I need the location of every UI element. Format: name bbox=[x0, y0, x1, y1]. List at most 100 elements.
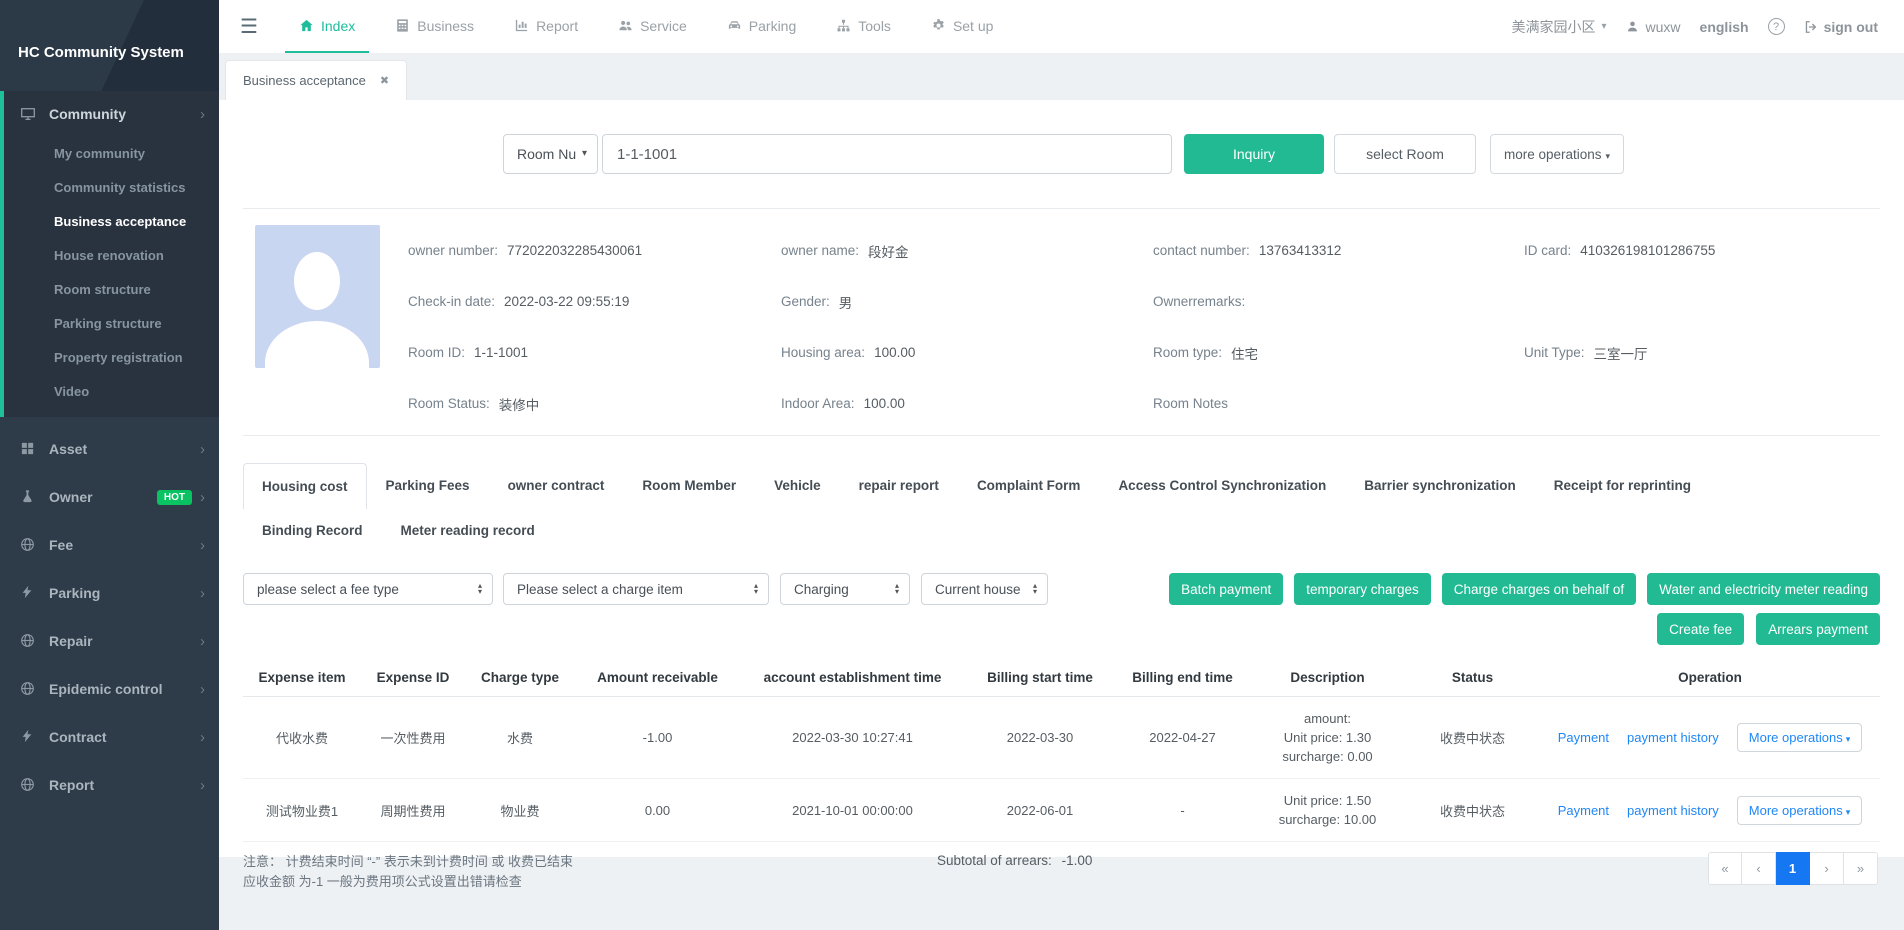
chevron-right-icon: › bbox=[200, 633, 205, 650]
caret-updown-icon: ▴▾ bbox=[1033, 583, 1037, 595]
calculator-icon bbox=[395, 18, 410, 33]
sidebar-item-business-acceptance[interactable]: Business acceptance bbox=[4, 205, 219, 239]
user-menu[interactable]: wuxw bbox=[1626, 19, 1681, 35]
globe-icon bbox=[20, 633, 36, 649]
field-label: Room Status: bbox=[408, 396, 490, 411]
payment-history-link[interactable]: payment history bbox=[1627, 803, 1719, 818]
tab-barrier-sync[interactable]: Barrier synchronization bbox=[1345, 463, 1535, 509]
fee-type-select[interactable]: please select a fee type ▴▾ bbox=[243, 573, 493, 605]
table-row: 测试物业费1 周期性费用 物业费 0.00 2021-10-01 00:00:0… bbox=[243, 779, 1880, 842]
help-icon[interactable]: ? bbox=[1768, 18, 1785, 35]
chevron-right-icon: › bbox=[200, 729, 205, 746]
search-type-select[interactable]: Room Numb ▾ bbox=[503, 134, 598, 174]
chevron-right-icon: › bbox=[200, 777, 205, 794]
sidebar-item-fee[interactable]: Fee › bbox=[0, 521, 219, 569]
tab-complaint-form[interactable]: Complaint Form bbox=[958, 463, 1100, 509]
fee-table: Expense item Expense ID Charge type Amou… bbox=[243, 661, 1880, 842]
select-room-button[interactable]: select Room bbox=[1334, 134, 1476, 174]
sign-out-button[interactable]: sign out bbox=[1804, 19, 1878, 35]
row-more-operations-dropdown[interactable]: More operations▾ bbox=[1737, 723, 1862, 752]
tab-room-member[interactable]: Room Member bbox=[623, 463, 755, 509]
sidebar-item-asset[interactable]: Asset › bbox=[0, 425, 219, 473]
charging-select[interactable]: Charging ▴▾ bbox=[780, 573, 910, 605]
sidebar-item-house-renovation[interactable]: House renovation bbox=[4, 239, 219, 273]
owner-column-4: ID card:410326198101286755 Unit Type:三室一… bbox=[1524, 225, 1880, 429]
pagination-last-button[interactable]: » bbox=[1844, 852, 1878, 885]
tab-parking-fees[interactable]: Parking Fees bbox=[367, 463, 489, 509]
community-name: 美满家园小区 bbox=[1512, 17, 1596, 37]
temporary-charges-button[interactable]: temporary charges bbox=[1294, 573, 1431, 605]
cell-established: 2022-03-30 10:27:41 bbox=[740, 697, 965, 779]
row-more-operations-dropdown[interactable]: More operations▾ bbox=[1737, 796, 1862, 825]
tab-business-acceptance[interactable]: Business acceptance ✖ bbox=[225, 60, 407, 100]
payment-link[interactable]: Payment bbox=[1558, 730, 1609, 745]
fee-actions-row-1: Batch payment temporary charges Charge c… bbox=[1169, 573, 1880, 605]
sidebar-item-contract[interactable]: Contract › bbox=[0, 713, 219, 761]
nav-item-setup[interactable]: Set up bbox=[917, 0, 1007, 53]
meter-reading-button[interactable]: Water and electricity meter reading bbox=[1647, 573, 1880, 605]
sidebar-item-parking-structure[interactable]: Parking structure bbox=[4, 307, 219, 341]
pagination-page-1[interactable]: 1 bbox=[1776, 852, 1810, 885]
tab-repair-report[interactable]: repair report bbox=[840, 463, 958, 509]
close-icon[interactable]: ✖ bbox=[380, 74, 389, 87]
tab-meter-reading-record[interactable]: Meter reading record bbox=[382, 511, 554, 551]
gear-icon bbox=[931, 18, 946, 33]
nav-item-parking[interactable]: Parking bbox=[713, 0, 810, 53]
create-fee-button[interactable]: Create fee bbox=[1657, 613, 1744, 645]
nav-item-tools[interactable]: Tools bbox=[822, 0, 905, 53]
nav-item-index[interactable]: Index bbox=[285, 0, 369, 53]
sidebar-item-room-structure[interactable]: Room structure bbox=[4, 273, 219, 307]
room-number-input[interactable] bbox=[602, 134, 1172, 174]
tab-label: Business acceptance bbox=[243, 73, 366, 88]
sidebar-item-report[interactable]: Report › bbox=[0, 761, 219, 809]
nav-item-service[interactable]: Service bbox=[604, 0, 701, 53]
tab-housing-cost[interactable]: Housing cost bbox=[243, 463, 367, 509]
tab-owner-contract[interactable]: owner contract bbox=[489, 463, 624, 509]
cell-charge-type: 物业费 bbox=[465, 779, 575, 842]
sign-out-label: sign out bbox=[1824, 19, 1878, 35]
menu-toggle-icon[interactable]: ☰ bbox=[219, 0, 279, 53]
payment-link[interactable]: Payment bbox=[1558, 803, 1609, 818]
sidebar-item-my-community[interactable]: My community bbox=[4, 137, 219, 171]
sidebar-item-owner[interactable]: Owner HOT › bbox=[0, 473, 219, 521]
table-row: 代收水费 一次性费用 水费 -1.00 2022-03-30 10:27:41 … bbox=[243, 697, 1880, 779]
col-charge-type: Charge type bbox=[465, 661, 575, 697]
sidebar-item-property-registration[interactable]: Property registration bbox=[4, 341, 219, 375]
pagination-next-button[interactable]: › bbox=[1810, 852, 1844, 885]
arrears-subtotal-value: -1.00 bbox=[1062, 853, 1093, 868]
more-operations-dropdown[interactable]: more operations▾ bbox=[1490, 134, 1624, 174]
payment-history-link[interactable]: payment history bbox=[1627, 730, 1719, 745]
nav-item-label: Index bbox=[321, 18, 355, 34]
tab-binding-record[interactable]: Binding Record bbox=[243, 511, 382, 551]
community-selector[interactable]: 美满家园小区 ▾ bbox=[1512, 17, 1607, 37]
caret-down-icon: ▾ bbox=[1846, 734, 1851, 744]
cell-operation: Payment payment history More operations▾ bbox=[1540, 779, 1880, 842]
inquiry-button[interactable]: Inquiry bbox=[1184, 134, 1324, 174]
batch-payment-button[interactable]: Batch payment bbox=[1169, 573, 1283, 605]
nav-item-label: Service bbox=[640, 18, 687, 34]
sidebar-item-epidemic-control[interactable]: Epidemic control › bbox=[0, 665, 219, 713]
field-label: Housing area: bbox=[781, 345, 865, 360]
pagination-prev-button[interactable]: ‹ bbox=[1742, 852, 1776, 885]
charge-item-select[interactable]: Please select a charge item ▴▾ bbox=[503, 573, 769, 605]
charge-on-behalf-button[interactable]: Charge charges on behalf of bbox=[1442, 573, 1636, 605]
top-navbar: ☰ Index Business Report Service bbox=[219, 0, 1904, 53]
main-nav: Index Business Report Service Parking bbox=[279, 0, 1013, 53]
arrears-payment-button[interactable]: Arrears payment bbox=[1756, 613, 1880, 645]
owner-column-1: owner number:772022032285430061 Check-in… bbox=[408, 225, 781, 429]
sidebar-item-parking[interactable]: Parking › bbox=[0, 569, 219, 617]
tab-access-control-sync[interactable]: Access Control Synchronization bbox=[1099, 463, 1345, 509]
sidebar-item-community-statistics[interactable]: Community statistics bbox=[4, 171, 219, 205]
pagination-first-button[interactable]: « bbox=[1708, 852, 1742, 885]
nav-item-business[interactable]: Business bbox=[381, 0, 488, 53]
tab-receipt-reprinting[interactable]: Receipt for reprinting bbox=[1535, 463, 1710, 509]
cell-description: Unit price: 1.50 surcharge: 10.00 bbox=[1250, 779, 1405, 842]
nav-item-report[interactable]: Report bbox=[500, 0, 592, 53]
sidebar-item-repair[interactable]: Repair › bbox=[0, 617, 219, 665]
tab-vehicle[interactable]: Vehicle bbox=[755, 463, 840, 509]
sidebar-item-community[interactable]: Community › bbox=[4, 91, 219, 137]
language-switch[interactable]: english bbox=[1700, 19, 1749, 35]
current-house-select[interactable]: Current house ▴▾ bbox=[921, 573, 1048, 605]
sidebar-item-video[interactable]: Video bbox=[4, 375, 219, 409]
sign-out-icon bbox=[1804, 20, 1818, 34]
